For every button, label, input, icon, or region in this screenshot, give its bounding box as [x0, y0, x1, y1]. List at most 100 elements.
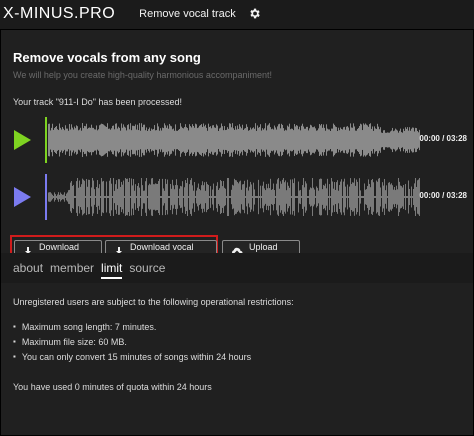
waveform-bar	[94, 189, 95, 205]
waveform-bar	[320, 178, 321, 216]
waveform-bar	[247, 179, 248, 215]
waveform-bar	[305, 128, 306, 152]
waveform-bar	[177, 185, 178, 209]
waveform-bar	[70, 182, 71, 212]
waveform-bar	[62, 194, 63, 200]
waveform-bar	[68, 190, 69, 204]
waveform-bar	[254, 189, 255, 205]
waveform-bar	[89, 127, 90, 153]
waveform-bar	[101, 178, 102, 216]
waveform-bar	[265, 123, 266, 157]
waveform-bar	[242, 184, 243, 210]
waveform-bar	[48, 192, 49, 202]
waveform-bar	[395, 190, 396, 204]
waveform-bar	[351, 127, 352, 153]
waveform-bar	[76, 181, 77, 213]
waveform-bar	[230, 123, 231, 157]
waveform-bar	[189, 184, 190, 210]
play-icon[interactable]	[14, 187, 31, 207]
waveform-bar	[50, 192, 51, 202]
waveform-bar	[413, 189, 414, 205]
waveform-bar	[237, 182, 238, 212]
waveform-bar	[181, 186, 182, 208]
waveform-bar	[118, 126, 119, 154]
waveform-bar	[341, 179, 342, 215]
waveform-bar	[182, 181, 183, 213]
waveform-bar	[288, 126, 289, 154]
waveform-bar	[113, 178, 114, 216]
tab-about[interactable]: about	[13, 261, 43, 279]
waveform-bar	[205, 124, 206, 156]
play-icon[interactable]	[14, 130, 31, 150]
tab-limit[interactable]: limit	[101, 261, 123, 279]
site-logo[interactable]: X-MINUS.PRO	[3, 5, 115, 23]
nav-remove-vocal[interactable]: Remove vocal track	[139, 8, 236, 20]
waveform-bar	[159, 178, 160, 216]
waveform-bar	[263, 129, 264, 151]
waveform-bar	[57, 129, 58, 151]
waveform-bar	[56, 196, 57, 198]
waveform-bar	[260, 185, 261, 209]
waveform-bar	[152, 178, 153, 216]
waveform[interactable]	[48, 121, 420, 159]
waveform-bar	[364, 183, 365, 211]
waveform-bar	[380, 127, 381, 153]
waveform-bar	[147, 130, 148, 150]
waveform-bar	[351, 183, 352, 211]
tab-source[interactable]: source	[129, 261, 165, 279]
waveform-bar	[155, 183, 156, 211]
waveform-bar	[161, 196, 162, 198]
waveform-bar	[179, 188, 180, 206]
waveform-bar	[410, 196, 411, 198]
waveform-bar	[303, 126, 304, 154]
waveform-bar	[313, 187, 314, 207]
waveform-bar	[77, 126, 78, 154]
waveform-bar	[136, 196, 137, 198]
gear-icon[interactable]	[248, 7, 262, 21]
tab-member[interactable]: member	[50, 261, 94, 279]
waveform-bar	[64, 130, 65, 150]
waveform-bar	[191, 127, 192, 153]
waveform-bar	[382, 132, 383, 148]
waveform-bar	[99, 125, 100, 155]
waveform-bar	[356, 130, 357, 150]
waveform-bar	[371, 180, 372, 214]
waveform-bar	[172, 179, 173, 215]
waveform-bar	[398, 178, 399, 216]
waveform-bar	[97, 180, 98, 214]
waveform-bar	[325, 183, 326, 211]
waveform-bar	[255, 123, 256, 157]
waveform-bar	[365, 189, 366, 205]
waveform-bar	[333, 188, 334, 206]
waveform-bar	[317, 187, 318, 207]
waveform-bar	[189, 124, 190, 156]
waveform-bar	[319, 179, 320, 215]
waveform-bar	[225, 130, 226, 150]
waveform-bar	[104, 196, 105, 198]
waveform-bar	[291, 128, 292, 152]
waveform-bar	[207, 130, 208, 150]
waveform-bar	[157, 183, 158, 211]
waveform-bar	[148, 185, 149, 209]
waveform-bar	[85, 126, 86, 154]
waveform-bar	[279, 188, 280, 206]
playhead[interactable]	[45, 174, 47, 220]
waveform-bar	[185, 180, 186, 214]
waveform-bar	[63, 128, 64, 152]
playhead[interactable]	[45, 117, 47, 163]
waveform-bar	[188, 196, 189, 198]
waveform-bar	[267, 188, 268, 206]
waveform-bar	[48, 123, 49, 157]
waveform-bar	[362, 196, 363, 198]
waveform-bar	[273, 129, 274, 151]
waveform-bar	[231, 127, 232, 153]
waveform-bar	[248, 130, 249, 150]
waveform-bar	[414, 131, 415, 149]
waveform[interactable]	[48, 178, 420, 216]
waveform-bar	[310, 187, 311, 207]
waveform-bar	[229, 123, 230, 157]
waveform-bar	[246, 124, 247, 156]
waveform-bar	[381, 132, 382, 148]
waveform-bar	[274, 190, 275, 204]
waveform-bar	[65, 125, 66, 155]
